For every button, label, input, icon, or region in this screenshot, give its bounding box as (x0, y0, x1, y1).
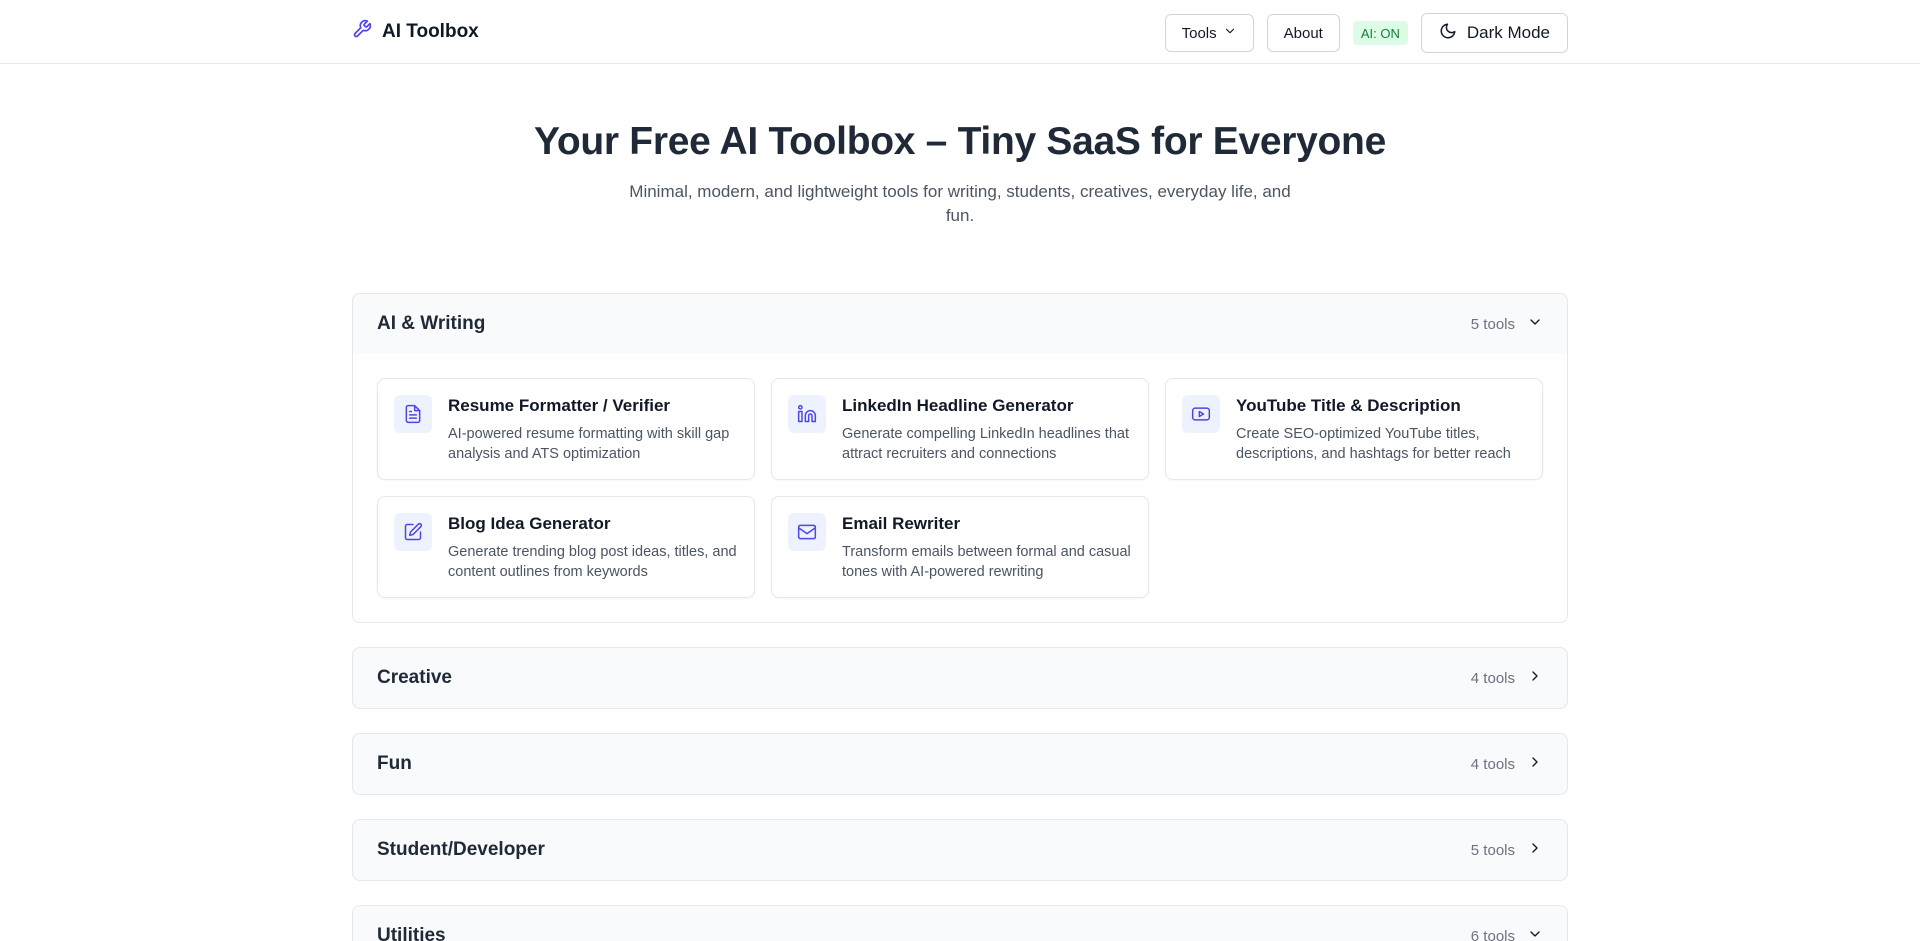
category-header-ai-writing[interactable]: AI & Writing 5 tools (353, 294, 1567, 354)
wrench-icon (352, 19, 372, 45)
category-tools-grid: Resume Formatter / Verifier AI-powered r… (353, 354, 1567, 622)
chevron-right-icon (1527, 840, 1543, 860)
category-creative: Creative 4 tools (352, 647, 1568, 709)
tool-description: Transform emails between formal and casu… (842, 544, 1131, 580)
page-title: Your Free AI Toolbox – Tiny SaaS for Eve… (534, 120, 1386, 163)
chevron-right-icon (1527, 668, 1543, 688)
moon-icon (1439, 22, 1457, 45)
tool-title: Blog Idea Generator (448, 514, 611, 533)
tool-title: Email Rewriter (842, 514, 961, 533)
dark-mode-label: Dark Mode (1466, 23, 1550, 42)
tools-menu-label: Tools (1181, 24, 1217, 42)
tool-count: 4 tools (1470, 669, 1515, 687)
tool-description: AI-powered resume formatting with skill … (448, 426, 730, 462)
category-header-student-developer[interactable]: Student/Developer 5 tools (353, 820, 1567, 880)
tool-count: 4 tools (1470, 755, 1515, 773)
document-icon (394, 395, 432, 433)
tool-card-email-rewriter[interactable]: Email Rewriter Transform emails between … (771, 496, 1149, 598)
category-header-utilities[interactable]: Utilities 6 tools (353, 906, 1567, 941)
tool-title: YouTube Title & Description (1236, 396, 1461, 415)
tool-card-blog-idea[interactable]: Blog Idea Generator Generate trending bl… (377, 496, 755, 598)
tool-card-resume-formatter[interactable]: Resume Formatter / Verifier AI-powered r… (377, 378, 755, 480)
tools-menu-button[interactable]: Tools (1164, 14, 1254, 52)
tool-card-linkedin-headline[interactable]: LinkedIn Headline Generator Generate com… (771, 378, 1149, 480)
category-title: Student/Developer (377, 839, 545, 860)
chevron-right-icon (1527, 754, 1543, 774)
category-title: AI & Writing (377, 313, 486, 334)
dark-mode-toggle[interactable]: Dark Mode (1420, 13, 1568, 53)
category-title: Utilities (377, 925, 446, 941)
linkedin-icon (788, 395, 826, 433)
tool-card-youtube-title[interactable]: YouTube Title & Description Create SEO-o… (1165, 378, 1543, 480)
youtube-icon (1182, 395, 1220, 433)
category-ai-writing: AI & Writing 5 tools Resume Formatter / … (352, 293, 1568, 623)
category-title: Fun (377, 753, 412, 774)
tool-title: LinkedIn Headline Generator (842, 396, 1074, 415)
category-student-developer: Student/Developer 5 tools (352, 819, 1568, 881)
chevron-down-icon (1527, 926, 1543, 941)
tool-description: Generate trending blog post ideas, title… (448, 544, 737, 580)
mail-icon (788, 513, 826, 551)
tool-count: 6 tools (1470, 927, 1515, 941)
top-navbar: AI Toolbox Tools About AI: ON Dark Mode (0, 0, 1920, 64)
category-header-creative[interactable]: Creative 4 tools (353, 648, 1567, 708)
tool-description: Create SEO-optimized YouTube titles, des… (1236, 426, 1511, 462)
about-label: About (1283, 24, 1323, 42)
tool-description: Generate compelling LinkedIn headlines t… (842, 426, 1129, 462)
tool-count: 5 tools (1470, 315, 1515, 333)
category-fun: Fun 4 tools (352, 733, 1568, 795)
brand-name: AI Toolbox (382, 21, 479, 42)
chevron-down-icon (1223, 24, 1237, 42)
ai-status-badge: AI: ON (1352, 21, 1408, 45)
about-button[interactable]: About (1266, 14, 1340, 52)
edit-icon (394, 513, 432, 551)
tool-title: Resume Formatter / Verifier (448, 396, 671, 415)
page-subtitle: Minimal, modern, and lightweight tools f… (629, 182, 1291, 225)
category-utilities: Utilities 6 tools (352, 905, 1568, 941)
tool-count: 5 tools (1470, 841, 1515, 859)
nav-actions: Tools About AI: ON Dark Mode (1164, 13, 1568, 53)
category-header-fun[interactable]: Fun 4 tools (353, 734, 1567, 794)
category-title: Creative (377, 667, 452, 688)
chevron-down-icon (1527, 314, 1543, 334)
brand-logo[interactable]: AI Toolbox (352, 18, 479, 46)
